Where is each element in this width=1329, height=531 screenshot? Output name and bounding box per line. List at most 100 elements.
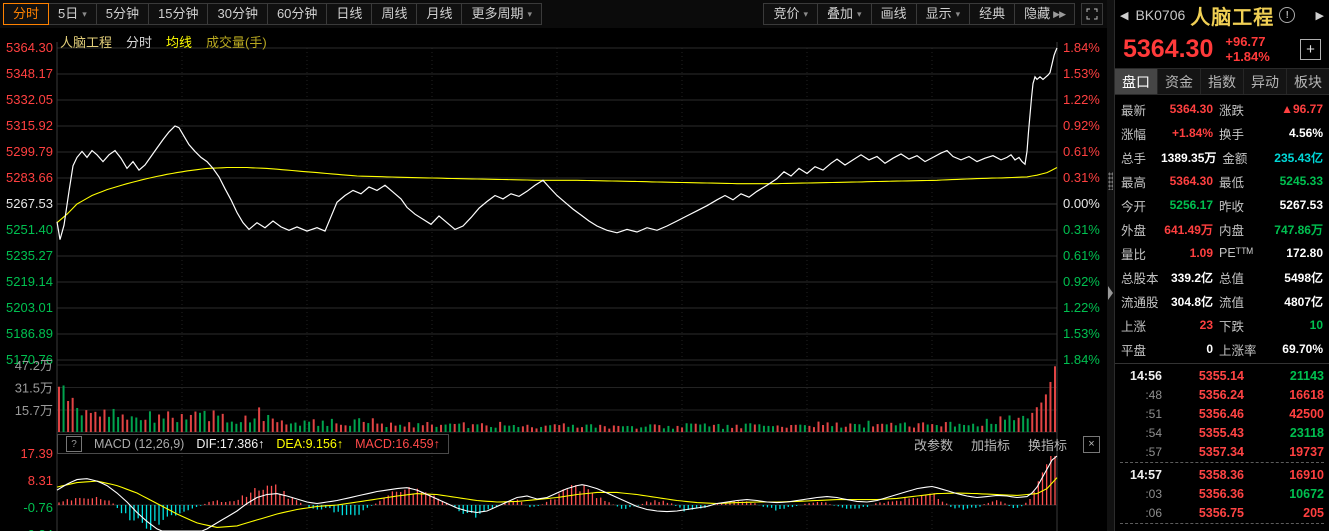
price-axis-label: 5299.79 — [6, 144, 53, 159]
tick-volume: 42500 — [1289, 406, 1324, 421]
period-button-5min[interactable]: 5分钟 — [95, 3, 150, 25]
close-icon[interactable]: × — [1083, 435, 1100, 453]
percent-axis-label: 0.31% — [1063, 170, 1100, 185]
period-button-daily[interactable]: 日线 — [326, 3, 373, 25]
stat-label: 金额 — [1222, 151, 1248, 166]
stat-value: 641.49万 — [1164, 222, 1213, 237]
add-indicator-button[interactable]: 加指标 — [971, 435, 1010, 454]
period-button-60min[interactable]: 60分钟 — [266, 3, 328, 25]
macd-dea-value: DEA:9.156↑ — [276, 437, 344, 451]
legend-volume-label[interactable]: 成交量(手) — [206, 32, 267, 51]
stat-row: 量比 1.09 PEᵀᵀᴹ 172.80 — [1121, 241, 1323, 265]
stock-app-window: 分时 5日 ▾ 5分钟 15分钟 30分钟 60分钟 日线 周线 月线 更多周期 ▾ 竞价 ▾ 叠加 ▾ 画线… — [0, 0, 1329, 531]
macd-axis-label: -0.76 — [23, 500, 53, 515]
period-label: 5分钟 — [105, 6, 140, 21]
info-icon[interactable]: ! — [1279, 7, 1296, 23]
swap-indicator-button[interactable]: 换指标 — [1028, 435, 1067, 454]
percent-axis-label: 1.84% — [1063, 352, 1100, 367]
tool-label: 竞价 — [773, 6, 800, 21]
tick-volume: 16618 — [1289, 387, 1324, 402]
macd-actions: 改参数 加指标 换指标 — [914, 435, 1067, 454]
period-button-group: 分时 5日 ▾ 5分钟 15分钟 30分钟 60分钟 日线 周线 月线 更多周期 ▾ — [3, 3, 543, 25]
chevron-down-icon: ▾ — [857, 9, 862, 19]
tick-price: 5356.46 — [1198, 406, 1244, 421]
period-button-30min[interactable]: 30分钟 — [207, 3, 268, 25]
tick-price: 5358.36 — [1198, 467, 1244, 482]
tick-volume: 205 — [1303, 505, 1324, 520]
volume-axis-label: 15.7万 — [15, 403, 53, 418]
price-axis-label: 5235.27 — [6, 248, 53, 263]
tab-pankou[interactable]: 盘口 — [1115, 69, 1158, 94]
stat-label: PEᵀᵀᴹ — [1219, 246, 1253, 260]
help-icon[interactable]: ? — [66, 436, 82, 452]
percent-axis-label: 0.92% — [1063, 118, 1100, 133]
next-stock-arrow[interactable]: ▶ — [1316, 9, 1324, 22]
period-button-minute[interactable]: 分时 — [3, 3, 50, 25]
stat-label: 外盘 — [1121, 223, 1147, 238]
tick-row: :48 5356.24 16618 — [1120, 385, 1324, 404]
change-params-button[interactable]: 改参数 — [914, 435, 953, 454]
stat-value: 172.80 — [1286, 246, 1323, 260]
tab-funds[interactable]: 资金 — [1158, 69, 1201, 94]
macd-dif-line — [56, 455, 1058, 531]
stat-value: ▲96.77 — [1281, 102, 1323, 116]
stat-row: 今开 5256.17 昨收 5267.53 — [1121, 193, 1323, 217]
tool-button-overlay[interactable]: 叠加 ▾ — [817, 3, 872, 25]
period-label: 5日 — [58, 6, 79, 21]
tab-index[interactable]: 指数 — [1201, 69, 1244, 94]
add-to-watchlist-button[interactable]: + — [1300, 38, 1321, 60]
price-axis-label: 5203.01 — [6, 300, 53, 315]
period-button-weekly[interactable]: 周线 — [371, 3, 418, 25]
tick-time: :54 — [1145, 425, 1162, 440]
tab-sectors[interactable]: 板块 — [1287, 69, 1329, 94]
quote-header: ◀ BK0706 人脑工程 ! ▶ — [1115, 0, 1329, 30]
stat-value: 747.86万 — [1274, 222, 1323, 237]
stat-row: 上涨 23 下跌 10 — [1121, 313, 1323, 337]
price-axis-label: 5332.05 — [6, 92, 53, 107]
fullscreen-button[interactable] — [1081, 3, 1103, 25]
price-axis-label: 5186.89 — [6, 326, 53, 341]
tool-button-hide[interactable]: 隐藏 ▶▶ — [1014, 3, 1075, 25]
tick-time: :03 — [1145, 486, 1162, 501]
legend-avgline-label[interactable]: 均线 — [166, 32, 192, 51]
tool-button-group: 竞价 ▾ 叠加 ▾ 画线 显示 ▾ 经典 隐藏 ▶▶ — [763, 3, 1075, 25]
tool-button-classic[interactable]: 经典 — [969, 3, 1016, 25]
period-button-15min[interactable]: 15分钟 — [148, 3, 209, 25]
period-button-monthly[interactable]: 月线 — [416, 3, 463, 25]
percent-axis-label: 0.00% — [1063, 196, 1100, 211]
stat-row: 平盘 0 上涨率 69.70% — [1121, 337, 1323, 361]
macd-axis-label: 17.39 — [20, 446, 53, 461]
tick-list[interactable]: 14:56 5355.14 21143:48 5356.24 16618:51 5356.… — [1115, 363, 1329, 531]
double-arrow-icon: ▶▶ — [1053, 9, 1066, 19]
percent-axis-label: 0.31% — [1063, 222, 1100, 237]
percent-axis-label: 1.22% — [1063, 92, 1100, 107]
tool-button-auction[interactable]: 竞价 ▾ — [763, 3, 819, 25]
price-axis-label: 5315.92 — [6, 118, 53, 133]
stat-value: 5256.17 — [1169, 198, 1213, 212]
stat-label: 流值 — [1219, 295, 1245, 310]
chevron-down-icon: ▾ — [955, 9, 961, 19]
stat-row: 最高 5364.30 最低 5245.33 — [1121, 169, 1323, 193]
macd-axis-label: 8.31 — [28, 473, 53, 488]
macd-title: MACD (12,26,9) — [94, 437, 185, 451]
tick-time: :06 — [1145, 505, 1162, 520]
percent-axis-label: 1.84% — [1063, 40, 1100, 55]
period-button-more-periods[interactable]: 更多周期 ▾ — [461, 3, 543, 25]
panel-splitter[interactable] — [1107, 0, 1115, 531]
volume-axis-label: 47.2万 — [15, 358, 53, 373]
stat-label: 最低 — [1219, 175, 1245, 190]
stat-row: 总手 1389.35万 金额 235.43亿 — [1121, 145, 1323, 169]
prev-stock-arrow[interactable]: ◀ — [1120, 9, 1128, 22]
tick-price: 5355.43 — [1198, 425, 1244, 440]
tool-button-display[interactable]: 显示 ▾ — [915, 3, 971, 25]
stat-value: 304.8亿 — [1170, 294, 1213, 309]
percent-axis-label: 1.53% — [1063, 326, 1100, 341]
tab-unusual[interactable]: 异动 — [1244, 69, 1287, 94]
stock-code: BK0706 — [1135, 7, 1186, 23]
period-button-5day[interactable]: 5日 ▾ — [48, 3, 97, 25]
price-axis-label: 5251.40 — [6, 222, 53, 237]
tool-button-drawline[interactable]: 画线 — [870, 3, 917, 25]
tick-volume: 21143 — [1289, 368, 1324, 383]
price-axis-label: 5283.66 — [6, 170, 53, 185]
intraday-chart[interactable]: 5364.30 5348.17 5332.05 5315.92 5299.79 5283.… — [0, 28, 1107, 531]
